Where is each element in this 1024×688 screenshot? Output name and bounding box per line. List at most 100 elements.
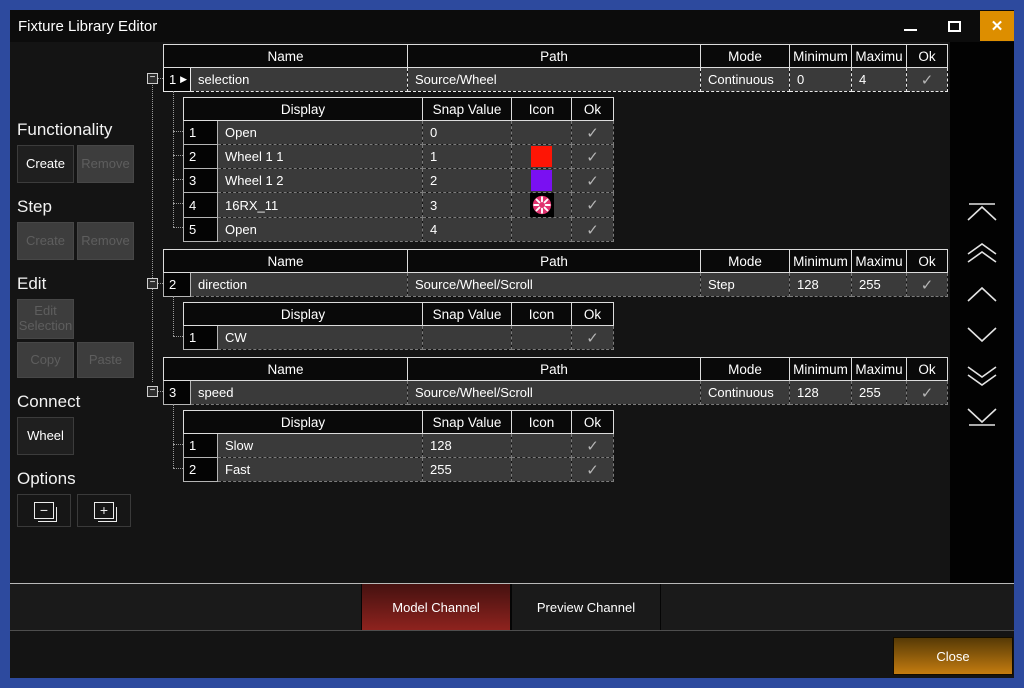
row-header[interactable]: 2	[164, 273, 191, 297]
cell-minimum[interactable]: 0	[790, 68, 852, 92]
cell-snap-value[interactable]: 255	[423, 458, 512, 482]
row-header[interactable]: 1	[184, 326, 218, 350]
cell-display[interactable]: Slow	[218, 434, 423, 458]
step-row: 4 16RX_11 3	[184, 193, 614, 218]
step-create-button[interactable]: Create	[17, 222, 74, 260]
cell-name[interactable]: selection	[191, 68, 408, 92]
cell-display[interactable]: Open	[218, 121, 423, 145]
col-header-path: Path	[408, 45, 701, 68]
cell-ok[interactable]: ✓	[572, 169, 614, 193]
cell-ok[interactable]: ✓	[572, 193, 614, 218]
cell-snap-value[interactable]	[423, 326, 512, 350]
cell-display[interactable]: 16RX_11	[218, 193, 423, 218]
cell-snap-value[interactable]: 2	[423, 169, 512, 193]
copy-button[interactable]: Copy	[17, 342, 74, 378]
row-header[interactable]: 5	[184, 218, 218, 242]
check-icon: ✓	[586, 125, 599, 142]
cell-snap-value[interactable]: 0	[423, 121, 512, 145]
move-down-page-button[interactable]	[962, 364, 1002, 388]
cell-snap-value[interactable]: 128	[423, 434, 512, 458]
row-header[interactable]: 2	[184, 458, 218, 482]
collapse-all-button[interactable]: −	[17, 494, 71, 527]
cell-ok[interactable]: ✓	[572, 458, 614, 482]
cell-mode[interactable]: Step	[701, 273, 790, 297]
row-header[interactable]: 2	[184, 145, 218, 169]
cell-icon[interactable]	[512, 326, 572, 350]
cell-icon[interactable]	[512, 193, 572, 218]
cell-maximum[interactable]: 255	[852, 381, 907, 405]
step-remove-button[interactable]: Remove	[77, 222, 134, 260]
cell-snap-value[interactable]: 1	[423, 145, 512, 169]
col-header-snap-value: Snap Value	[423, 98, 512, 121]
row-header[interactable]: 1	[184, 121, 218, 145]
cell-icon[interactable]	[512, 121, 572, 145]
cell-snap-value[interactable]: 4	[423, 218, 512, 242]
cell-path[interactable]: Source/Wheel	[408, 68, 701, 92]
row-header[interactable]: 1▶	[164, 68, 191, 92]
cell-path[interactable]: Source/Wheel/Scroll	[408, 381, 701, 405]
row-header[interactable]: 1	[184, 434, 218, 458]
cell-mode[interactable]: Continuous	[701, 381, 790, 405]
cell-snap-value[interactable]: 3	[423, 193, 512, 218]
cell-display[interactable]: Wheel 1 1	[218, 145, 423, 169]
tree-collapse-expander[interactable]: −	[147, 386, 158, 397]
row-header[interactable]: 3	[164, 381, 191, 405]
maximize-button[interactable]	[938, 11, 970, 41]
row-header[interactable]: 4	[184, 193, 218, 218]
expand-all-button[interactable]: +	[77, 494, 131, 527]
functionality-create-button[interactable]: Create	[17, 145, 74, 183]
paste-button[interactable]: Paste	[77, 342, 134, 378]
cell-ok[interactable]: ✓	[907, 68, 948, 92]
cell-ok[interactable]: ✓	[572, 434, 614, 458]
check-icon: ✓	[586, 173, 599, 190]
reorder-panel	[950, 42, 1014, 583]
close-button[interactable]: Close	[893, 637, 1013, 675]
move-down-button[interactable]	[962, 323, 1002, 347]
cell-ok[interactable]: ✓	[572, 326, 614, 350]
move-up-page-button[interactable]	[962, 241, 1002, 265]
cell-minimum[interactable]: 128	[790, 381, 852, 405]
move-to-bottom-button[interactable]	[962, 405, 1002, 429]
functionality-table: Name Path Mode Minimum Maximu Ok 2 direc…	[163, 249, 948, 297]
cell-icon[interactable]	[512, 218, 572, 242]
window-close-button[interactable]: ✕	[980, 11, 1014, 41]
cell-icon[interactable]	[512, 434, 572, 458]
cell-name[interactable]: speed	[191, 381, 408, 405]
cell-icon[interactable]	[512, 458, 572, 482]
tree-line	[173, 155, 183, 156]
minimize-button[interactable]	[894, 11, 926, 41]
edit-selection-button[interactable]: Edit Selection	[17, 299, 74, 339]
move-to-top-button[interactable]	[962, 200, 1002, 224]
check-icon: ✓	[921, 277, 934, 294]
cell-display[interactable]: Fast	[218, 458, 423, 482]
cell-display[interactable]: CW	[218, 326, 423, 350]
row-header[interactable]: 3	[184, 169, 218, 193]
cell-maximum[interactable]: 255	[852, 273, 907, 297]
move-up-button[interactable]	[962, 282, 1002, 306]
cell-mode[interactable]: Continuous	[701, 68, 790, 92]
cell-display[interactable]: Open	[218, 218, 423, 242]
cell-ok[interactable]: ✓	[572, 121, 614, 145]
cell-name[interactable]: direction	[191, 273, 408, 297]
tab-preview-channel[interactable]: Preview Channel	[511, 584, 661, 630]
step-row: 2 Fast 255 ✓	[184, 458, 614, 482]
tree-collapse-expander[interactable]: −	[147, 73, 158, 84]
cell-ok[interactable]: ✓	[907, 381, 948, 405]
tree-collapse-expander[interactable]: −	[147, 278, 158, 289]
tab-model-channel[interactable]: Model Channel	[361, 584, 511, 630]
cell-icon[interactable]	[512, 169, 572, 193]
col-header-icon: Icon	[512, 98, 572, 121]
functionality-group-selection: − Name Path Mode Minimum Maximu O	[163, 44, 947, 242]
cell-path[interactable]: Source/Wheel/Scroll	[408, 273, 701, 297]
cell-maximum[interactable]: 4	[852, 68, 907, 92]
functionality-group-direction: − Name Path Mode Minimum Maximu Ok	[163, 249, 947, 350]
functionality-remove-button[interactable]: Remove	[77, 145, 134, 183]
cell-display[interactable]: Wheel 1 2	[218, 169, 423, 193]
cell-ok[interactable]: ✓	[572, 218, 614, 242]
cell-icon[interactable]	[512, 145, 572, 169]
connect-wheel-button[interactable]: Wheel	[17, 417, 74, 455]
cell-ok[interactable]: ✓	[907, 273, 948, 297]
cell-ok[interactable]: ✓	[572, 145, 614, 169]
cell-minimum[interactable]: 128	[790, 273, 852, 297]
col-header-path: Path	[408, 358, 701, 381]
